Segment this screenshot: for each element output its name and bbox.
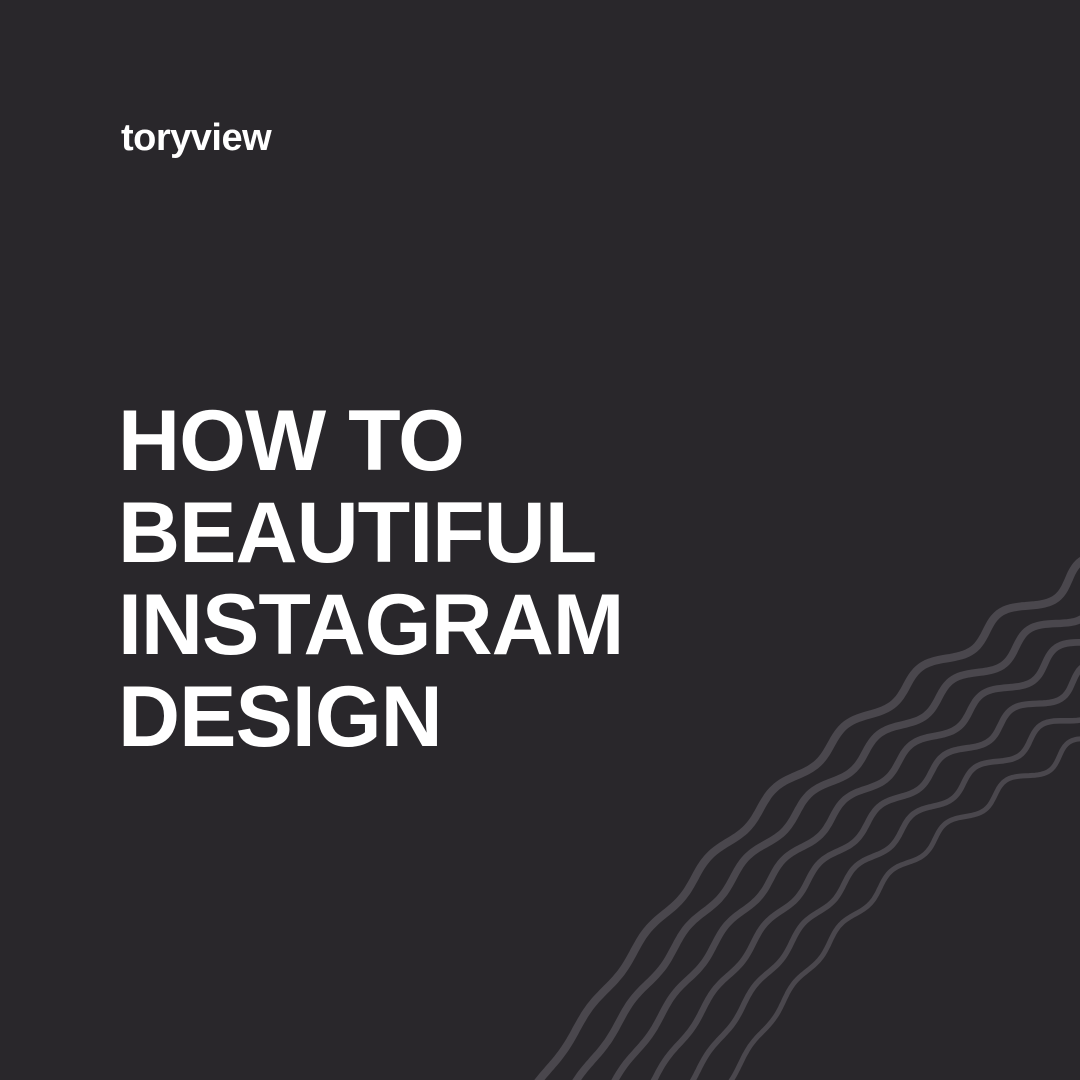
wavy-line-4: [650, 664, 1080, 1080]
wavy-line-6: [728, 736, 1080, 1080]
wavy-line-2: [572, 615, 1080, 1080]
headline-line-4: DESIGN: [118, 669, 443, 765]
headline-line-2: BEAUTIFUL: [118, 485, 597, 581]
wavy-line-5: [689, 717, 1080, 1080]
headline-line-1: HOW TO: [118, 393, 465, 489]
headline-line-3: INSTAGRAM: [118, 577, 624, 673]
wavy-line-3: [611, 638, 1080, 1080]
post-canvas: toryview HOW TO BEAUTIFUL INSTAGRAM DESI…: [0, 0, 1080, 1080]
headline: HOW TO BEAUTIFUL INSTAGRAM DESIGN: [118, 393, 624, 765]
brand-logo-text: toryview: [121, 117, 272, 159]
